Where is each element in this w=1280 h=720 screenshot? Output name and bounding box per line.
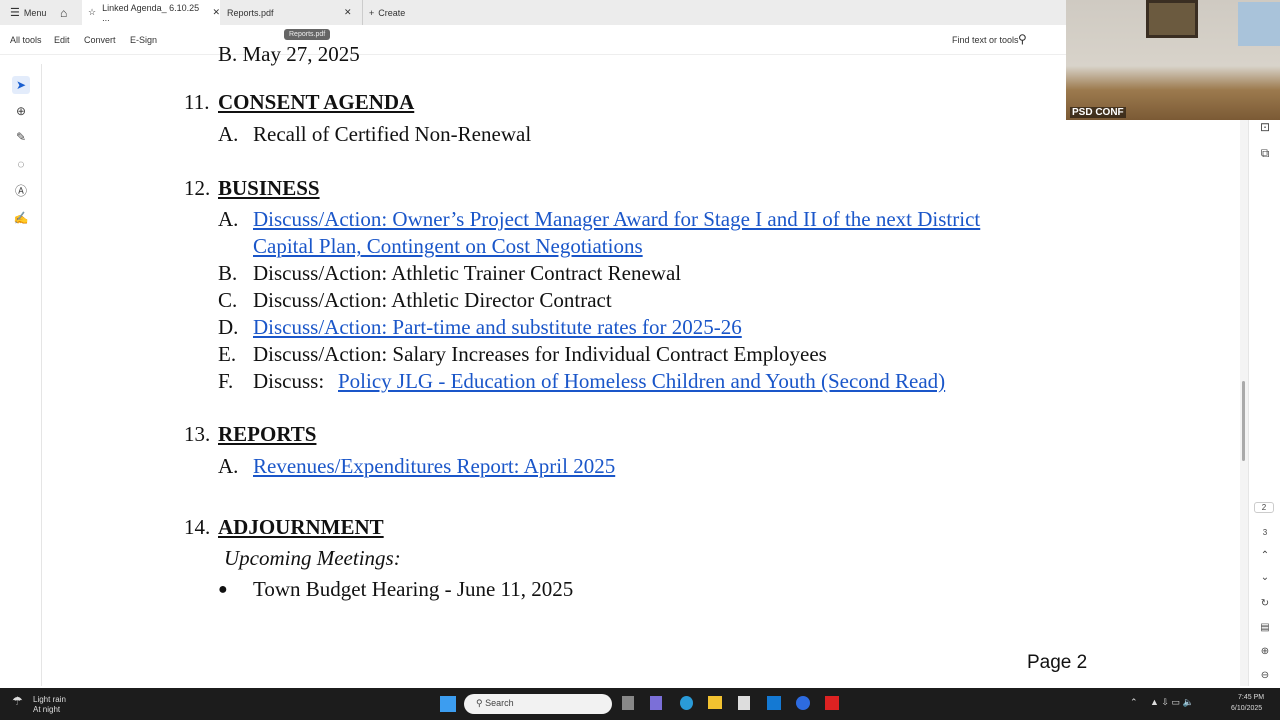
esign-button[interactable]: E-Sign bbox=[130, 35, 157, 45]
item-letter: E. bbox=[218, 342, 237, 366]
chevron-up-icon[interactable]: ⌃ bbox=[1249, 550, 1280, 561]
acrobat-icon[interactable] bbox=[825, 696, 839, 710]
bullet: ● bbox=[218, 581, 228, 598]
section-title: BUSINESS bbox=[218, 176, 320, 200]
windows-start-icon[interactable] bbox=[440, 696, 456, 712]
rotate-icon[interactable]: ↻ bbox=[1249, 598, 1280, 609]
video-label: PSD CONF bbox=[1070, 107, 1126, 118]
section-number: 14. bbox=[184, 515, 211, 539]
star-icon[interactable]: ☆ bbox=[88, 7, 96, 18]
scroll-thumb[interactable] bbox=[1242, 381, 1245, 461]
section-number: 11. bbox=[184, 90, 210, 114]
search-icon[interactable]: ⚲ bbox=[1018, 32, 1027, 46]
prev-item: B. May 27, 2025 bbox=[218, 42, 360, 66]
close-icon[interactable]: ✕ bbox=[212, 7, 220, 18]
lasso-icon[interactable]: ◌ bbox=[12, 155, 30, 173]
close-icon[interactable]: ✕ bbox=[344, 0, 352, 25]
agenda-item: Discuss/Action: Athletic Director Contra… bbox=[253, 288, 612, 312]
item-letter: A. bbox=[218, 454, 239, 478]
zoom-icon[interactable]: ⊕ bbox=[12, 102, 30, 120]
painting bbox=[1146, 0, 1198, 38]
scrollbar[interactable] bbox=[1240, 56, 1248, 686]
item-letter: B. bbox=[218, 261, 238, 285]
item-letter: D. bbox=[218, 315, 239, 339]
section-title: ADJOURNMENT bbox=[218, 515, 384, 539]
select-cursor-icon[interactable]: ➤ bbox=[12, 76, 30, 94]
create-button[interactable]: + Create bbox=[362, 0, 405, 25]
tooltip: Reports.pdf bbox=[284, 29, 331, 40]
agenda-link[interactable]: Discuss/Action: Part-time and substitute… bbox=[253, 315, 742, 339]
page-footer: Page 2 bbox=[1027, 652, 1088, 673]
item-letter: C. bbox=[218, 288, 238, 312]
meeting-item: Town Budget Hearing - June 11, 2025 bbox=[253, 577, 574, 601]
edit-button[interactable]: Edit bbox=[54, 35, 70, 45]
pages-icon[interactable]: ⧉ bbox=[1249, 146, 1280, 161]
item-letter: A. bbox=[218, 122, 239, 146]
tray-icons[interactable]: ▲ ⇩ ▭ 🔈 bbox=[1150, 697, 1194, 708]
task-view-icon[interactable] bbox=[622, 696, 634, 710]
pdf-page: B. May 27, 2025 11. CONSENT AGENDA A. Re… bbox=[43, 42, 1240, 686]
edge-icon[interactable] bbox=[680, 696, 693, 710]
file-explorer-icon[interactable] bbox=[708, 696, 722, 709]
section-number: 13. bbox=[184, 422, 211, 446]
section-number: 12. bbox=[184, 176, 211, 200]
plus-icon: + bbox=[369, 7, 375, 18]
find-button[interactable]: Find text or tools bbox=[952, 35, 1019, 45]
chevron-down-icon[interactable]: ⌄ bbox=[1249, 572, 1280, 583]
section-title: REPORTS bbox=[218, 422, 317, 446]
home-icon[interactable]: ⌂ bbox=[60, 0, 67, 25]
outlook-icon[interactable] bbox=[767, 696, 781, 710]
page-next[interactable]: 3 bbox=[1249, 528, 1280, 537]
menu-icon: ☰ bbox=[10, 7, 20, 19]
weather-text[interactable]: Light rain bbox=[33, 695, 66, 704]
taskbar: ☂ Light rain At night ⚲ Search ⌃ ▲ ⇩ ▭ 🔈… bbox=[0, 688, 1280, 720]
zoom-out-icon[interactable]: ⊖ bbox=[1249, 670, 1280, 681]
agenda-item: Recall of Certified Non-Renewal bbox=[253, 122, 532, 146]
agenda-item: Discuss/Action: Athletic Trainer Contrac… bbox=[253, 261, 682, 285]
upcoming-label: Upcoming Meetings: bbox=[224, 546, 401, 570]
all-tools-button[interactable]: All tools bbox=[10, 35, 42, 45]
item-letter: F. bbox=[218, 369, 234, 393]
weather-subtext[interactable]: At night bbox=[33, 705, 60, 714]
section-title: CONSENT AGENDA bbox=[218, 90, 415, 114]
agenda-item: Discuss: bbox=[253, 369, 330, 393]
search-box[interactable]: ⚲ Search bbox=[464, 694, 612, 714]
convert-button[interactable]: Convert bbox=[84, 35, 116, 45]
agenda-link[interactable]: Policy JLG - Education of Homeless Child… bbox=[338, 369, 945, 393]
page-fit-icon[interactable]: ▤ bbox=[1249, 622, 1280, 633]
bookmark-icon[interactable]: ⊡ bbox=[1249, 120, 1280, 134]
text-box-icon[interactable]: Ⓐ bbox=[12, 182, 30, 200]
tray-chevron-icon[interactable]: ⌃ bbox=[1130, 697, 1138, 708]
clock-time[interactable]: 7:45 PM bbox=[1238, 694, 1264, 701]
pen-icon[interactable]: ✎ bbox=[12, 128, 30, 146]
weather-icon[interactable]: ☂ bbox=[12, 694, 23, 708]
tab-linked-agenda[interactable]: ☆ Linked Agenda_ 6.10.25 ... ✕ bbox=[82, 0, 220, 25]
menu-button[interactable]: ☰ Menu bbox=[10, 0, 46, 25]
zoom-app-icon[interactable] bbox=[796, 696, 810, 710]
store-icon[interactable] bbox=[738, 696, 750, 710]
agenda-link[interactable]: Capital Plan, Contingent on Cost Negotia… bbox=[253, 234, 643, 258]
teams-icon[interactable] bbox=[650, 696, 662, 710]
window bbox=[1238, 2, 1280, 46]
clock-date[interactable]: 6/10/2025 bbox=[1231, 705, 1262, 712]
tab-reports[interactable]: Reports.pdf bbox=[227, 0, 274, 25]
zoom-in-icon[interactable]: ⊕ bbox=[1249, 646, 1280, 657]
item-letter: A. bbox=[218, 207, 239, 231]
agenda-item: Discuss/Action: Salary Increases for Ind… bbox=[253, 342, 827, 366]
right-rail: ⊡ ⧉ 2 3 ⌃ ⌄ ↻ ▤ ⊕ ⊖ bbox=[1248, 120, 1280, 686]
left-tool-rail: ➤ ⊕ ✎ ◌ Ⓐ ✍ bbox=[0, 64, 42, 686]
video-overlay: PSD CONF bbox=[1066, 0, 1280, 120]
page-current[interactable]: 2 bbox=[1254, 502, 1274, 513]
agenda-link[interactable]: Revenues/Expenditures Report: April 2025 bbox=[253, 454, 615, 478]
agenda-link[interactable]: Discuss/Action: Owner’s Project Manager … bbox=[253, 207, 980, 231]
sign-icon[interactable]: ✍ bbox=[12, 209, 30, 227]
